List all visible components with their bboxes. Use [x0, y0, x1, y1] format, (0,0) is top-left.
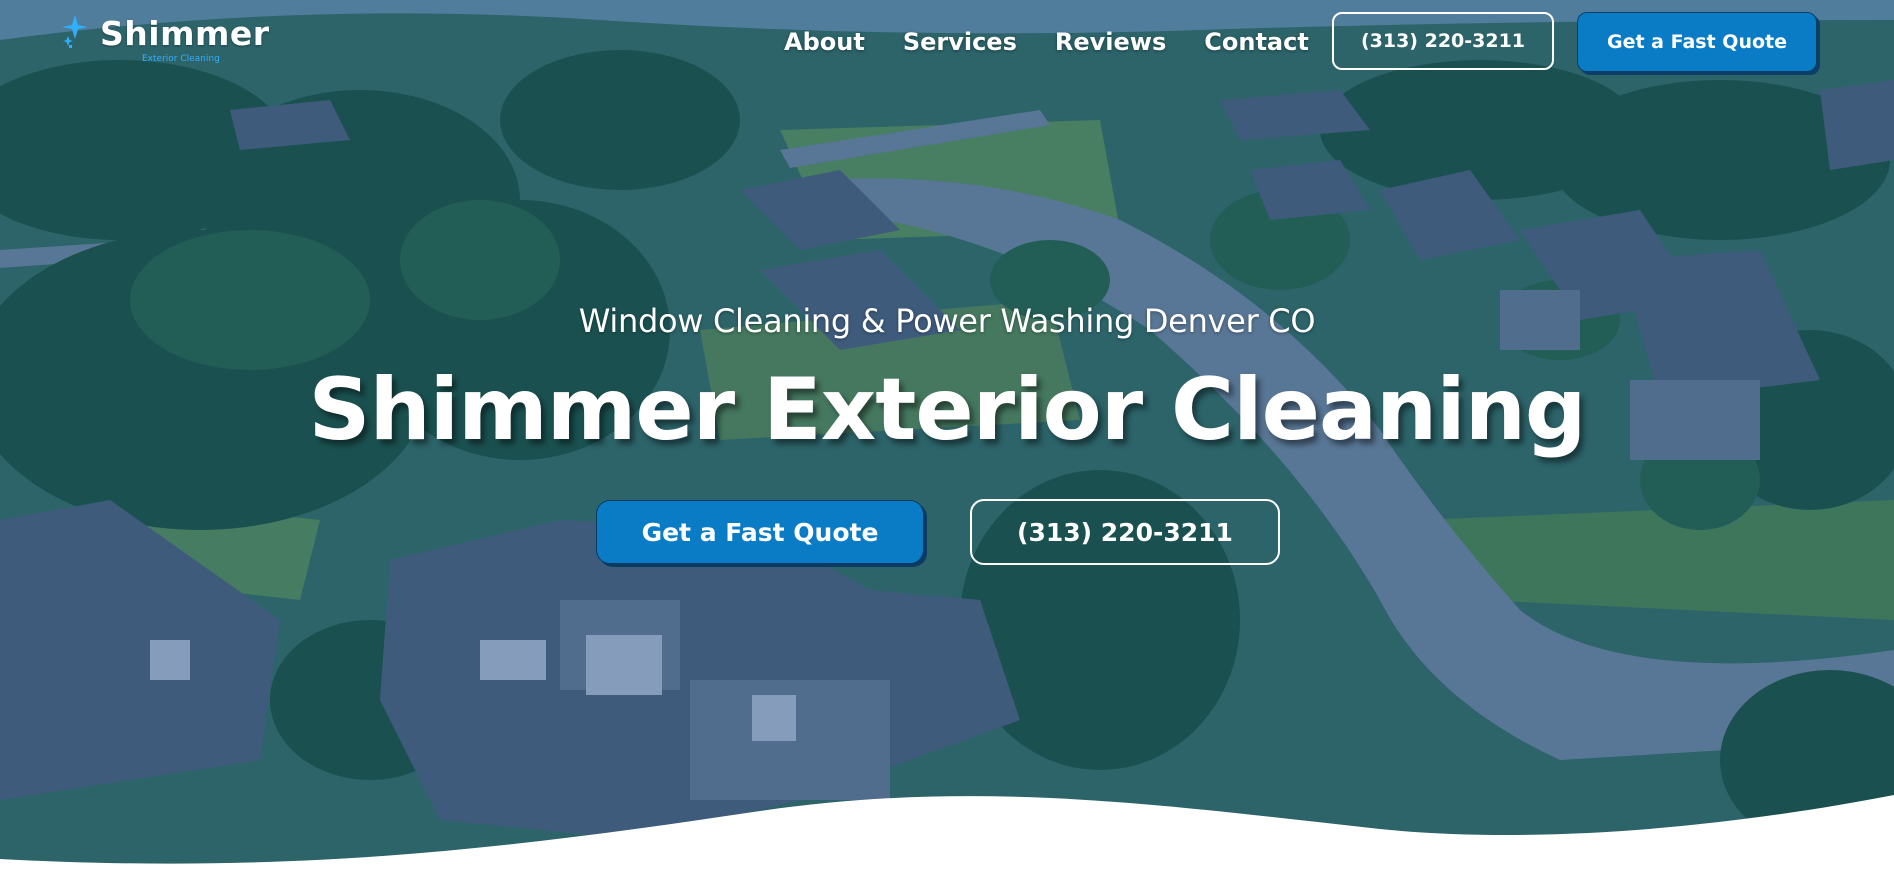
logo-tagline: Exterior Cleaning: [142, 54, 220, 64]
logo-wordmark: Shimmer: [100, 14, 270, 53]
nav-link-contact[interactable]: Contact: [1204, 28, 1309, 56]
hero-subtitle: Window Cleaning & Power Washing Denver C…: [578, 302, 1316, 340]
sparkle-icon: [62, 15, 88, 48]
hero-phone-button[interactable]: (313) 220-3211: [970, 499, 1280, 565]
site-logo[interactable]: Shimmer Exterior Cleaning: [62, 14, 269, 64]
main-nav: About Services Reviews Contact: [784, 28, 1347, 56]
wave-divider: [0, 795, 1894, 877]
nav-link-reviews[interactable]: Reviews: [1055, 28, 1166, 56]
nav-link-services[interactable]: Services: [903, 28, 1017, 56]
hero-quote-button[interactable]: Get a Fast Quote: [596, 500, 924, 564]
hero-section: Shimmer Exterior Cleaning About Services…: [0, 0, 1894, 877]
header-quote-button[interactable]: Get a Fast Quote: [1577, 12, 1817, 72]
header-phone-button[interactable]: (313) 220-3211: [1332, 12, 1554, 70]
nav-link-about[interactable]: About: [784, 28, 865, 56]
hero-title: Shimmer Exterior Cleaning: [308, 360, 1587, 460]
